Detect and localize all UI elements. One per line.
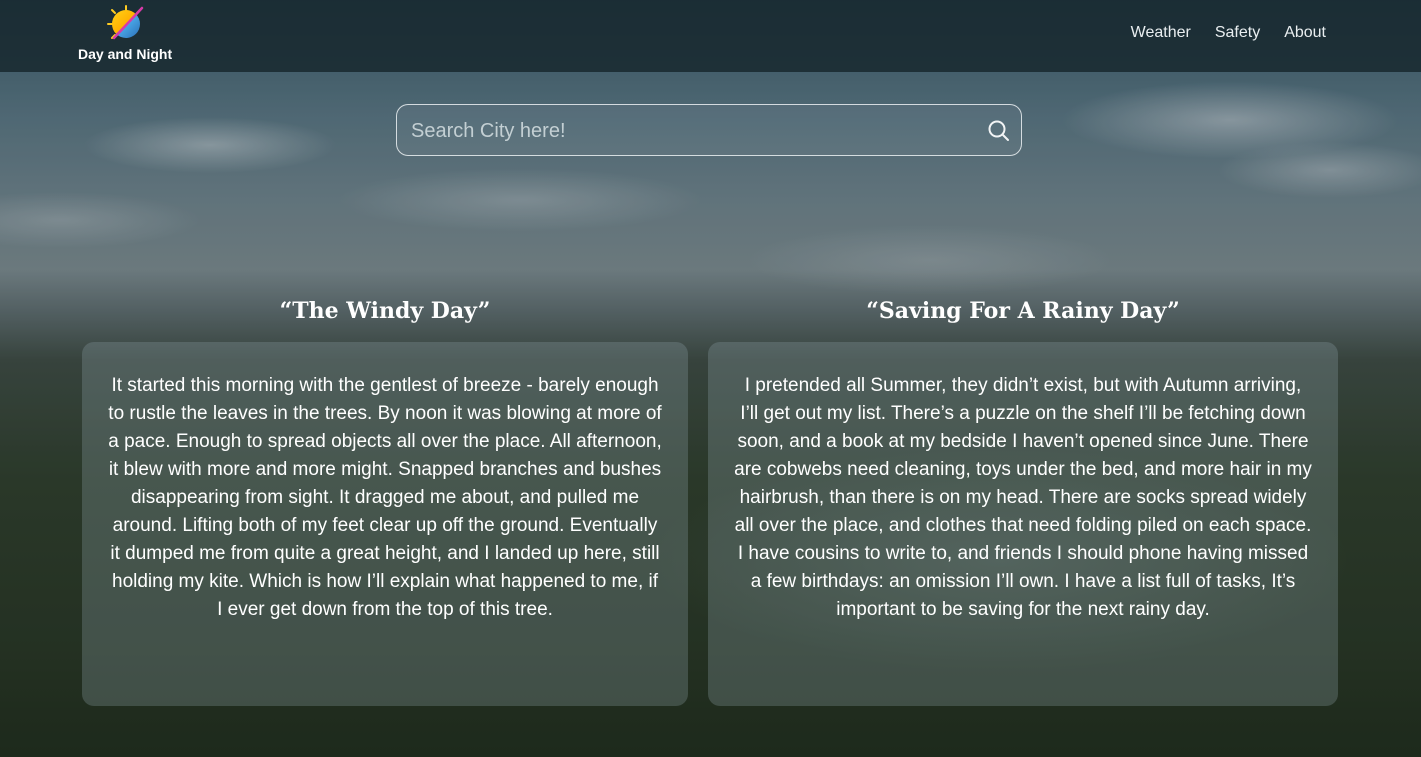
- navbar: Day and Night Weather Safety About: [0, 0, 1421, 72]
- sun-moon-logo-icon: [107, 5, 144, 40]
- nav-link-safety[interactable]: Safety: [1215, 24, 1260, 42]
- brand-name: Day and Night: [78, 46, 173, 62]
- search-input[interactable]: [409, 105, 973, 157]
- poem-card-windy-day: It started this morning with the gentles…: [82, 342, 688, 706]
- nav-link-weather[interactable]: Weather: [1131, 24, 1191, 42]
- poem-body-windy-day: It started this morning with the gentles…: [108, 375, 662, 620]
- poem-body-rainy-day: I pretended all Summer, they didn’t exis…: [734, 375, 1312, 620]
- nav-links: Weather Safety About: [1131, 24, 1326, 42]
- poem-card-rainy-day: I pretended all Summer, they didn’t exis…: [708, 342, 1338, 706]
- poem-title-windy-day: “The Windy Day”: [279, 298, 491, 324]
- search-bar: [396, 104, 1022, 157]
- search-icon: [988, 120, 1009, 141]
- nav-link-about[interactable]: About: [1284, 24, 1326, 42]
- brand-link[interactable]: Day and Night: [78, 4, 174, 66]
- search-button[interactable]: [985, 117, 1013, 145]
- poem-title-rainy-day: “Saving For A Rainy Day”: [866, 298, 1180, 324]
